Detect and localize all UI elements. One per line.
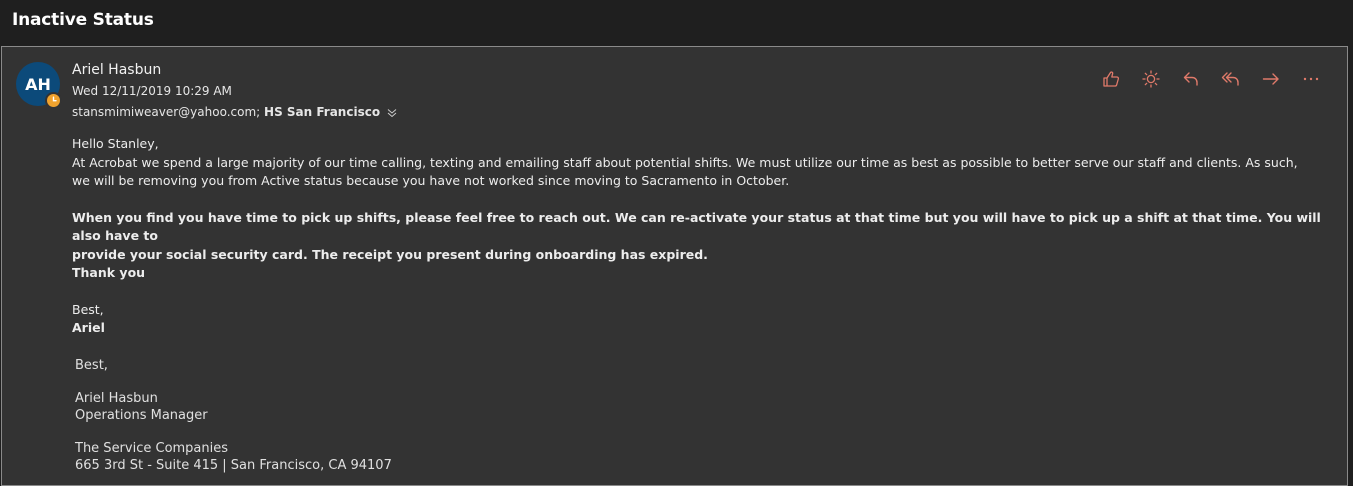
recipient-group[interactable]: HS San Francisco xyxy=(264,105,380,119)
signature-address: 665 3rd St - Suite 415 | San Francisco, … xyxy=(75,458,392,473)
body-text: provide your social security card. The r… xyxy=(72,246,708,262)
reply-all-button[interactable] xyxy=(1211,69,1251,93)
signature-title: Operations Manager xyxy=(75,408,208,423)
title-bar: Inactive Status xyxy=(0,0,1353,44)
body-text: Thank you xyxy=(72,265,146,280)
reply-icon xyxy=(1181,69,1201,93)
recipients-line: stansmimiweaver@yahoo.com; HS San Franci… xyxy=(72,105,397,121)
message-actions xyxy=(1091,69,1331,93)
message-card: AH Ariel Hasbun Wed 12/11/2019 10:29 AM … xyxy=(1,46,1348,486)
recipient-email[interactable]: stansmimiweaver@yahoo.com; xyxy=(72,105,260,119)
greeting: Hello Stanley, xyxy=(72,136,159,151)
forward-icon xyxy=(1261,69,1281,93)
email-subject: Inactive Status xyxy=(12,10,154,30)
forward-button[interactable] xyxy=(1251,69,1291,93)
body-text: At Acrobat we spend a large majority of … xyxy=(72,154,1298,170)
sender-name[interactable]: Ariel Hasbun xyxy=(72,62,161,78)
sent-date: Wed 12/11/2019 10:29 AM xyxy=(72,84,232,98)
more-actions-button[interactable] xyxy=(1291,69,1331,93)
presence-away-icon xyxy=(45,92,62,109)
like-icon xyxy=(1101,69,1121,93)
reply-button[interactable] xyxy=(1171,69,1211,93)
signature-best: Best, xyxy=(75,358,108,373)
closing-name: Ariel xyxy=(72,320,105,335)
body-text: When you find you have time to pick up s… xyxy=(72,209,1321,244)
signature-company: The Service Companies xyxy=(75,441,229,456)
avatar-initials: AH xyxy=(25,74,51,94)
expand-recipients-icon[interactable] xyxy=(387,107,397,121)
closing: Best, xyxy=(72,301,104,317)
more-icon xyxy=(1301,69,1321,93)
message-body: Hello Stanley, At Acrobat we spend a lar… xyxy=(72,135,1322,338)
sun-icon xyxy=(1141,69,1161,93)
reply-all-icon xyxy=(1220,69,1242,93)
brightness-button[interactable] xyxy=(1131,69,1171,93)
signature: Best, Ariel Hasbun Operations Manager Th… xyxy=(75,357,392,474)
body-text: we will be removing you from Active stat… xyxy=(72,173,790,188)
signature-name: Ariel Hasbun xyxy=(75,391,158,406)
like-button[interactable] xyxy=(1091,69,1131,93)
